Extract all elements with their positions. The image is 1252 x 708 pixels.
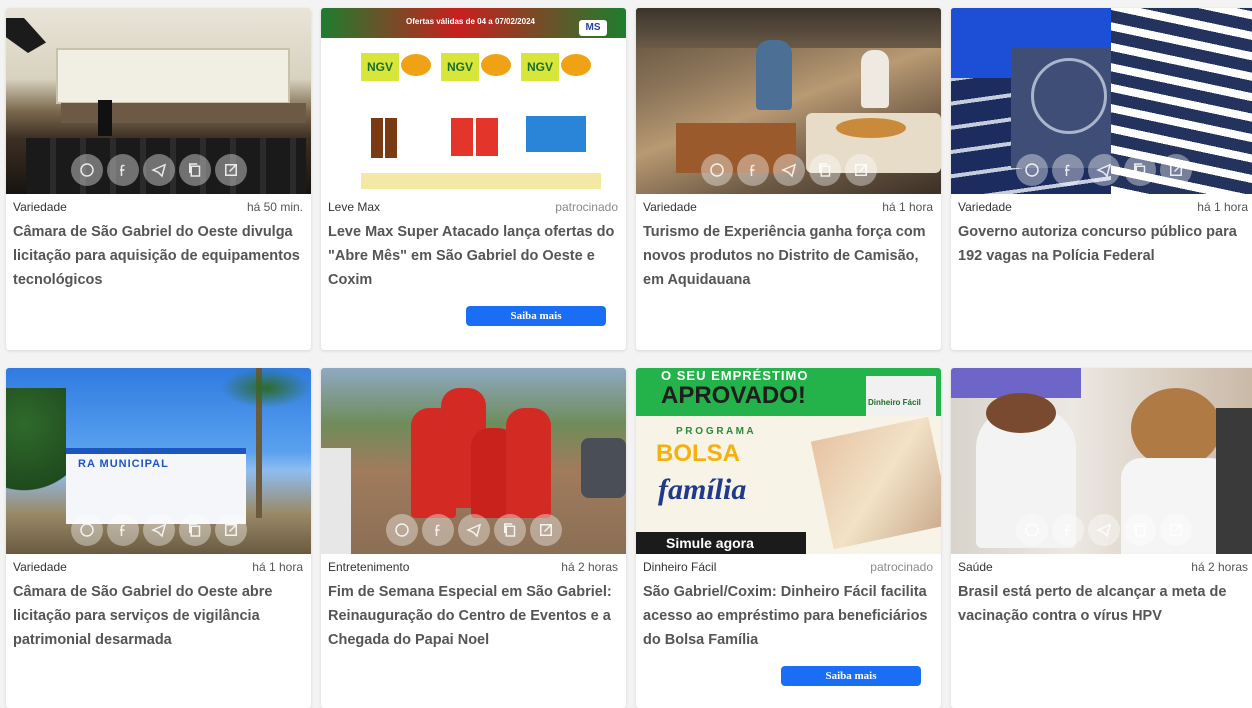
ad-thumbnail[interactable]: Ofertas válidas de 04 a 07/02/2024 MS NG… bbox=[321, 8, 626, 194]
simule-agora-button[interactable]: Simule agora bbox=[636, 532, 806, 554]
card-title[interactable]: São Gabriel/Coxim: Dinheiro Fácil facili… bbox=[636, 580, 941, 652]
whatsapp-icon[interactable] bbox=[1015, 514, 1048, 546]
ad-bolsa: BOLSA bbox=[656, 440, 740, 467]
news-card[interactable]: Entretenimento há 2 horas Fim de Semana E… bbox=[321, 368, 626, 708]
card-category[interactable]: Leve Max bbox=[328, 200, 380, 214]
news-thumbnail[interactable] bbox=[951, 368, 1252, 554]
card-title[interactable]: Brasil está perto de alcançar a meta de … bbox=[951, 580, 1252, 628]
sponsored-label: patrocinado bbox=[555, 200, 618, 214]
copy-icon[interactable] bbox=[1123, 514, 1156, 546]
card-time: há 1 hora bbox=[252, 560, 303, 574]
ad-brand: Dinheiro Fácil bbox=[868, 398, 921, 407]
card-title[interactable]: Câmara de São Gabriel do Oeste abre lici… bbox=[6, 580, 311, 652]
share-bar bbox=[636, 154, 941, 186]
ad-familia: família bbox=[658, 473, 747, 506]
telegram-icon[interactable] bbox=[142, 154, 175, 186]
telegram-icon[interactable] bbox=[1087, 514, 1120, 546]
sponsored-label: patrocinado bbox=[870, 560, 933, 574]
whatsapp-icon[interactable] bbox=[1015, 154, 1048, 186]
news-card[interactable]: Variedade há 1 hora Turismo de Experiênci… bbox=[636, 8, 941, 350]
whatsapp-icon[interactable] bbox=[70, 154, 103, 186]
card-category[interactable]: Variedade bbox=[958, 200, 1012, 214]
building-sign: RA MUNICIPAL bbox=[78, 458, 169, 470]
external-link-icon[interactable] bbox=[1159, 154, 1192, 186]
news-thumbnail[interactable] bbox=[636, 8, 941, 194]
card-category[interactable]: Dinheiro Fácil bbox=[643, 560, 716, 574]
card-category[interactable]: Variedade bbox=[643, 200, 697, 214]
news-thumbnail[interactable] bbox=[321, 368, 626, 554]
card-title[interactable]: Câmara de São Gabriel do Oeste divulga l… bbox=[6, 220, 311, 292]
ad-headline-1: O SEU EMPRÉSTIMO bbox=[661, 368, 809, 383]
news-thumbnail[interactable] bbox=[951, 8, 1252, 194]
facebook-icon[interactable] bbox=[1051, 514, 1084, 546]
external-link-icon[interactable] bbox=[1159, 514, 1192, 546]
card-title[interactable]: Leve Max Super Atacado lança ofertas do … bbox=[321, 220, 626, 292]
copy-icon[interactable] bbox=[808, 154, 841, 186]
share-bar bbox=[951, 514, 1252, 546]
card-title[interactable]: Governo autoriza concurso público para 1… bbox=[951, 220, 1252, 268]
ad-headline-2: APROVADO! bbox=[661, 382, 806, 409]
card-time: há 1 hora bbox=[1197, 200, 1248, 214]
news-thumbnail[interactable]: RA MUNICIPAL bbox=[6, 368, 311, 554]
news-card[interactable]: Saúde há 2 horas Brasil está perto de alc… bbox=[951, 368, 1252, 708]
ad-thumbnail[interactable]: O SEU EMPRÉSTIMO APROVADO! Dinheiro Fáci… bbox=[636, 368, 941, 554]
card-time: há 2 horas bbox=[561, 560, 618, 574]
external-link-icon[interactable] bbox=[529, 514, 562, 546]
ad-banner-text: Ofertas válidas de 04 a 07/02/2024 bbox=[406, 17, 535, 26]
external-link-icon[interactable] bbox=[214, 514, 247, 546]
facebook-icon[interactable] bbox=[106, 514, 139, 546]
news-thumbnail[interactable] bbox=[6, 8, 311, 194]
card-category[interactable]: Variedade bbox=[13, 200, 67, 214]
card-title[interactable]: Fim de Semana Especial em São Gabriel: R… bbox=[321, 580, 626, 652]
external-link-icon[interactable] bbox=[844, 154, 877, 186]
whatsapp-icon[interactable] bbox=[385, 514, 418, 546]
news-card[interactable]: Variedade há 1 hora Governo autoriza conc… bbox=[951, 8, 1252, 350]
copy-icon[interactable] bbox=[1123, 154, 1156, 186]
share-bar bbox=[6, 154, 311, 186]
whatsapp-icon[interactable] bbox=[700, 154, 733, 186]
news-card[interactable]: RA MUNICIPAL Variedade há 1 hora Câmara d… bbox=[6, 368, 311, 708]
card-category[interactable]: Entretenimento bbox=[328, 560, 409, 574]
saiba-mais-button[interactable]: Saiba mais bbox=[781, 666, 921, 686]
sponsored-card[interactable]: Ofertas válidas de 04 a 07/02/2024 MS NG… bbox=[321, 8, 626, 350]
share-bar bbox=[321, 514, 626, 546]
whatsapp-icon[interactable] bbox=[70, 514, 103, 546]
facebook-icon[interactable] bbox=[1051, 154, 1084, 186]
telegram-icon[interactable] bbox=[457, 514, 490, 546]
card-time: há 50 min. bbox=[246, 200, 303, 214]
facebook-icon[interactable] bbox=[106, 154, 139, 186]
copy-icon[interactable] bbox=[178, 514, 211, 546]
copy-icon[interactable] bbox=[178, 154, 211, 186]
card-category[interactable]: Variedade bbox=[13, 560, 67, 574]
external-link-icon[interactable] bbox=[214, 154, 247, 186]
share-bar bbox=[951, 154, 1252, 186]
facebook-icon[interactable] bbox=[736, 154, 769, 186]
saiba-mais-button[interactable]: Saiba mais bbox=[466, 306, 606, 326]
ad-programa: P R O G R A M A bbox=[676, 426, 754, 437]
card-time: há 1 hora bbox=[882, 200, 933, 214]
telegram-icon[interactable] bbox=[772, 154, 805, 186]
sponsored-card[interactable]: O SEU EMPRÉSTIMO APROVADO! Dinheiro Fáci… bbox=[636, 368, 941, 708]
card-time: há 2 horas bbox=[1191, 560, 1248, 574]
card-category[interactable]: Saúde bbox=[958, 560, 993, 574]
news-card[interactable]: Variedade há 50 min. Câmara de São Gabrie… bbox=[6, 8, 311, 350]
facebook-icon[interactable] bbox=[421, 514, 454, 546]
telegram-icon[interactable] bbox=[1087, 154, 1120, 186]
share-bar bbox=[6, 514, 311, 546]
copy-icon[interactable] bbox=[493, 514, 526, 546]
card-title[interactable]: Turismo de Experiência ganha força com n… bbox=[636, 220, 941, 292]
ad-ms-tag: MS bbox=[579, 20, 607, 36]
telegram-icon[interactable] bbox=[142, 514, 175, 546]
